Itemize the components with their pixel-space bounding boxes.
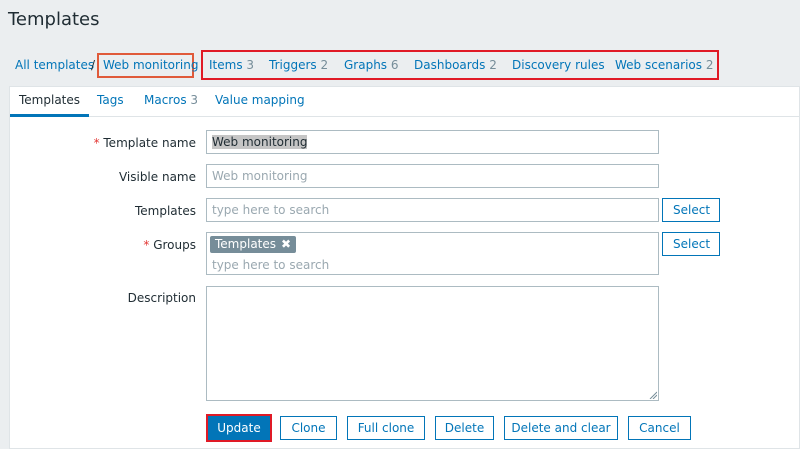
nav-link-label: Items [209,58,243,72]
visible-name-input[interactable]: Web monitoring [206,164,659,188]
nav-link-triggers[interactable]: Triggers 2 [269,57,328,73]
nav-link-count: 3 [246,58,255,72]
groups-label-text: Groups [153,238,196,252]
nav-link-count: 2 [489,58,497,72]
nav-link-web-scenarios[interactable]: Web scenarios 2 [615,57,714,73]
template-name-label: * Template name [10,135,196,151]
template-name-label-text: Template name [103,136,196,150]
required-mark: * [143,238,150,252]
templates-search-input[interactable]: type here to search [206,198,659,222]
nav-link-items[interactable]: Items 3 [209,57,254,73]
tab-count: 3 [190,93,199,107]
breadcrumb-separator: / [91,58,96,72]
breadcrumb-web-monitoring[interactable]: Web monitoring [103,57,198,73]
nav-link-graphs[interactable]: Graphs 6 [344,57,399,73]
delete-button[interactable]: Delete [435,416,494,440]
templates-select-button[interactable]: Select [662,198,720,222]
template-name-value: Web monitoring [212,135,308,149]
clone-button[interactable]: Clone [280,416,337,440]
group-chip-templates: Templates ✖ [210,236,297,253]
templates-label: Templates [134,204,196,218]
tab-value-mapping[interactable]: Value mapping [206,87,314,117]
required-mark: * [93,136,100,150]
nav-link-label: Discovery rules [512,58,605,72]
nav-link-count: 6 [390,58,399,72]
full-clone-button[interactable]: Full clone [347,416,425,440]
tab-templates[interactable]: Templates [10,87,90,117]
nav-link-count: 2 [705,58,714,72]
groups-select-button[interactable]: Select [662,232,720,256]
tab-label: Macros [144,93,187,107]
nav-link-label: Dashboards [414,58,486,72]
tab-tags[interactable]: Tags [88,87,133,117]
tab-macros[interactable]: Macros 3 [135,87,207,117]
tab-bar: Templates Tags Macros 3 Value mapping [10,87,799,117]
nav-link-label: Web scenarios [615,58,703,72]
nav-link-label: Graphs [344,58,388,72]
breadcrumb-all-templates[interactable]: All templates [15,57,94,73]
template-form-card: Templates Tags Macros 3 Value mapping * … [9,86,800,449]
groups-label: * Groups [10,237,196,253]
resize-handle-icon[interactable] [649,391,657,399]
page-title: Templates [8,9,100,30]
breadcrumb: All templates / Web monitoring Items 3 T… [0,44,800,86]
description-textarea[interactable] [206,286,659,401]
update-button[interactable]: Update [208,416,270,440]
cancel-button[interactable]: Cancel [628,416,691,440]
groups-search-input[interactable]: type here to search [212,257,329,273]
template-name-input[interactable]: Web monitoring [206,130,659,154]
groups-multiselect[interactable]: Templates ✖ type here to search [206,232,659,275]
nav-link-discovery-rules[interactable]: Discovery rules [512,57,605,73]
nav-link-count: 2 [320,58,329,72]
close-icon[interactable]: ✖ [281,237,291,251]
description-label: Description [127,291,196,305]
group-chip-label: Templates [215,237,277,251]
nav-link-label: Triggers [269,58,317,72]
delete-and-clear-button[interactable]: Delete and clear [504,416,618,440]
nav-link-dashboards[interactable]: Dashboards 2 [414,57,497,73]
visible-name-label: Visible name [118,170,196,184]
